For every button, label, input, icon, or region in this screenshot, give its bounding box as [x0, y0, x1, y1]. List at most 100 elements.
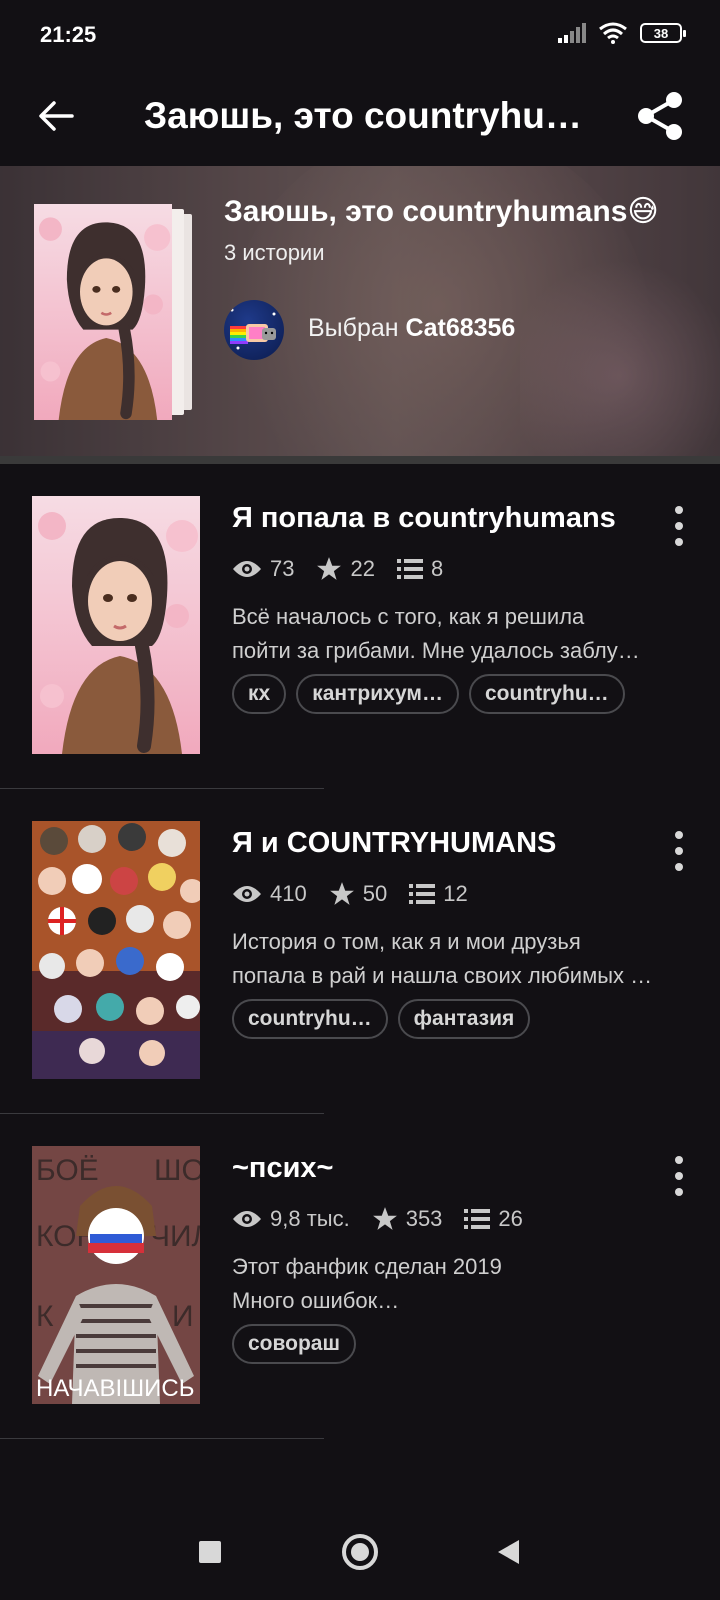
dot: [675, 847, 683, 855]
eye-icon: [233, 561, 261, 577]
dot: [675, 1156, 683, 1164]
story-item[interactable]: БОЁ КОН К ШО ЧИЛ И НАЧАВІШИСЬ ~псих~ 9,8…: [0, 1114, 720, 1439]
dot: [675, 1188, 683, 1196]
story-title[interactable]: Я попала в countryhumans: [232, 502, 616, 535]
list-icon: [396, 559, 423, 579]
circle-icon: [342, 1534, 378, 1570]
story-stats: 410 50 12: [232, 881, 490, 907]
list-icon: [464, 1209, 491, 1229]
votes-count: 353: [405, 1206, 443, 1231]
views-count: 9,8 тыс.: [270, 1206, 350, 1231]
story-tags: countryhu… фантазия: [232, 999, 531, 1039]
status-time: 21:25: [40, 22, 97, 47]
dot: [675, 1172, 683, 1180]
tag-chip[interactable]: совораш: [232, 1324, 356, 1364]
description-line: Всё началось с того, как я решила: [232, 604, 585, 629]
dot: [675, 538, 683, 546]
story-title[interactable]: ~псих~: [232, 1152, 333, 1185]
back-button[interactable]: [30, 90, 82, 142]
dot: [675, 831, 683, 839]
more-options-button[interactable]: [664, 831, 694, 871]
votes-stat: 50: [329, 881, 387, 907]
dot: [675, 522, 683, 530]
story-cover[interactable]: [32, 496, 200, 754]
star-icon: [317, 557, 342, 580]
parts-stat: 26: [464, 1206, 523, 1232]
views-count: 410: [270, 881, 307, 906]
picked-user-link[interactable]: Cat68356: [406, 314, 516, 342]
parts-count: 26: [498, 1206, 523, 1231]
back-nav-button[interactable]: [486, 1530, 530, 1574]
description-line: Этот фанфик сделан 2019: [232, 1254, 502, 1279]
collection-title: Заюшь, это countryhumans😅: [224, 195, 659, 228]
battery-icon: 38: [640, 23, 686, 43]
description-line: попала в рай и нашла своих любимых …: [232, 963, 653, 988]
triangle-back-icon: [498, 1540, 519, 1564]
tag-chip[interactable]: countryhu…: [468, 674, 625, 714]
cover-text: К: [36, 1300, 54, 1333]
divider: [0, 1438, 324, 1439]
views-count: 73: [270, 556, 295, 581]
story-stats: 9,8 тыс. 353 26: [232, 1206, 545, 1232]
story-tags: совораш: [232, 1324, 356, 1364]
dot: [675, 863, 683, 871]
eye-icon: [233, 886, 261, 902]
list-icon: [409, 884, 436, 904]
collection-header: Заюшь, это countryhumans😅 3 истории Выбр…: [0, 166, 720, 464]
share-icon: [638, 92, 682, 140]
story-item[interactable]: Я попала в countryhumans 73 22 8 Всё нач…: [0, 464, 720, 789]
status-bar: 21:25 38: [0, 0, 720, 70]
header-divider: [0, 456, 720, 464]
page-title: Заюшь, это countryhumans😅: [144, 95, 604, 136]
cover-text: ШО: [154, 1154, 200, 1187]
story-cover[interactable]: БОЁ КОН К ШО ЧИЛ И НАЧАВІШИСЬ: [32, 1146, 200, 1404]
parts-count: 12: [443, 881, 468, 906]
collection-cover-image: [34, 204, 172, 420]
description-line: История о том, как я и мои друзья: [232, 929, 581, 954]
eye-icon: [233, 1211, 261, 1227]
story-description: Всё началось с того, как я решила пойти …: [232, 600, 692, 668]
story-description: Этот фанфик сделан 2019 Много ошибок…: [232, 1250, 692, 1318]
tag-chip[interactable]: countryhu…: [232, 999, 388, 1039]
picked-prefix: Выбран: [308, 314, 399, 342]
arrow-left-icon: [39, 101, 74, 131]
more-options-button[interactable]: [664, 506, 694, 546]
story-item[interactable]: Я и COUNTRYHUMANS 410 50 12 История о то…: [0, 789, 720, 1114]
tag-chip[interactable]: кх: [232, 674, 287, 714]
story-cover[interactable]: [32, 821, 200, 1079]
description-line: пойти за грибами. Мне удалось заблу…: [232, 638, 640, 663]
tag-chip[interactable]: кантрихум…: [296, 674, 459, 714]
story-title[interactable]: Я и COUNTRYHUMANS: [232, 827, 556, 860]
signal-icon: [558, 23, 586, 43]
cover-text: НАЧАВІШИСЬ: [36, 1375, 194, 1402]
wifi-icon: [599, 22, 627, 44]
parts-stat: 12: [409, 881, 468, 907]
story-tags: кх кантрихум… countryhu…: [232, 674, 625, 714]
votes-count: 22: [350, 556, 375, 581]
views-stat: 9,8 тыс.: [232, 1206, 350, 1232]
picked-by-label: Выбран Cat68356: [308, 314, 515, 343]
votes-count: 50: [362, 881, 388, 906]
battery-level: 38: [653, 25, 669, 41]
tag-chip[interactable]: фантазия: [397, 999, 531, 1039]
votes-stat: 353: [372, 1206, 443, 1232]
dot: [675, 506, 683, 514]
app-bar: Заюшь, это countryhumans😅: [0, 70, 720, 166]
votes-stat: 22: [316, 556, 375, 582]
home-button[interactable]: [338, 1530, 382, 1574]
collection-story-count: 3 истории: [224, 240, 325, 265]
recents-button[interactable]: [188, 1530, 232, 1574]
cover-text: ЧИЛ: [150, 1220, 200, 1253]
share-button[interactable]: [630, 86, 690, 146]
system-nav-bar: [0, 1500, 720, 1600]
cover-text: БОЁ: [36, 1154, 99, 1187]
star-icon: [372, 1207, 397, 1230]
avatar[interactable]: [224, 300, 284, 360]
description-line: Много ошибок…: [232, 1288, 400, 1313]
collection-cover-stack[interactable]: [34, 204, 194, 420]
views-stat: 73: [232, 556, 294, 582]
parts-count: 8: [430, 556, 444, 581]
parts-stat: 8: [396, 556, 444, 582]
more-options-button[interactable]: [664, 1156, 694, 1196]
story-description: История о том, как я и мои друзья попала…: [232, 925, 692, 993]
